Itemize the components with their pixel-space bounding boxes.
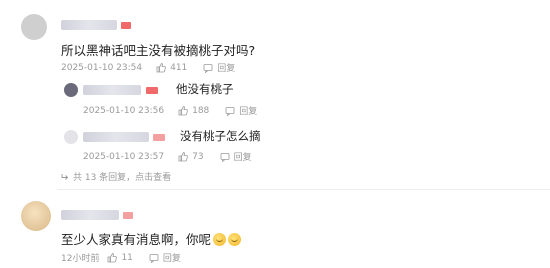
reply-date: 2025-01-10 23:56 <box>83 105 165 116</box>
user-badge <box>123 212 133 219</box>
comment-meta: 2025-01-10 23:54 411 回复 <box>61 61 235 75</box>
like-button[interactable]: 73 <box>178 151 204 162</box>
thumbs-up-icon <box>156 62 166 72</box>
comment-text: 所以黑神话吧主没有被摘桃子对吗? <box>61 43 256 58</box>
username-blurred[interactable] <box>61 210 119 220</box>
reply-icon <box>220 152 230 162</box>
comment-date: 12小时前 <box>61 254 100 264</box>
divider <box>57 189 550 190</box>
reply-icon <box>149 253 159 263</box>
reply-date: 2025-01-10 23:57 <box>83 151 165 162</box>
reply-button[interactable]: 回复 <box>239 104 257 117</box>
avatar[interactable] <box>21 201 51 231</box>
reply-arrow-icon <box>61 173 69 180</box>
reply-username-blurred[interactable] <box>83 85 141 95</box>
reply-username-blurred[interactable] <box>83 132 149 142</box>
reply-avatar[interactable] <box>64 83 78 97</box>
face-emoji-icon <box>213 233 227 246</box>
reply-icon <box>225 106 235 116</box>
reply-text: 他没有桃子 <box>176 82 234 96</box>
reply-meta: 2025-01-10 23:57 73 回复 <box>83 150 252 164</box>
reply-user-badge <box>146 87 158 94</box>
thumbs-up-icon <box>178 151 188 161</box>
more-replies-text[interactable]: 共 13 条回复，点击查看 <box>73 170 171 183</box>
like-button[interactable]: 411 <box>156 63 187 73</box>
thumbs-up-icon <box>108 252 118 262</box>
more-replies-link[interactable]: 共 13 条回复，点击查看 <box>61 170 171 183</box>
face-emoji-icon <box>228 233 242 246</box>
like-count: 73 <box>192 151 204 162</box>
reply-text: 没有桃子怎么摘 <box>180 129 261 143</box>
like-count: 411 <box>170 62 188 73</box>
like-count: 11 <box>121 252 133 263</box>
user-badge <box>121 22 131 29</box>
like-count: 188 <box>192 105 210 116</box>
avatar[interactable] <box>21 14 47 40</box>
like-button[interactable]: 11 <box>107 252 133 263</box>
comment-text-content: 至少人家真有消息啊，你呢 <box>61 232 212 247</box>
thumbs-up-icon <box>178 105 188 115</box>
reply-button[interactable]: 回复 <box>234 150 252 163</box>
comment-text: 至少人家真有消息啊，你呢 <box>61 229 242 248</box>
reply-user-badge <box>153 134 165 141</box>
reply-button[interactable]: 回复 <box>163 251 181 264</box>
reply-meta: 2025-01-10 23:56 188 回复 <box>83 104 257 118</box>
reply-button[interactable]: 回复 <box>217 61 235 74</box>
comment-meta: 12小时前 11 回复 <box>61 251 181 265</box>
reply-avatar[interactable] <box>64 130 78 144</box>
username-blurred[interactable] <box>61 20 117 30</box>
comment-date: 2025-01-10 23:54 <box>61 62 143 73</box>
like-button[interactable]: 188 <box>178 106 209 116</box>
reply-icon <box>203 63 213 73</box>
